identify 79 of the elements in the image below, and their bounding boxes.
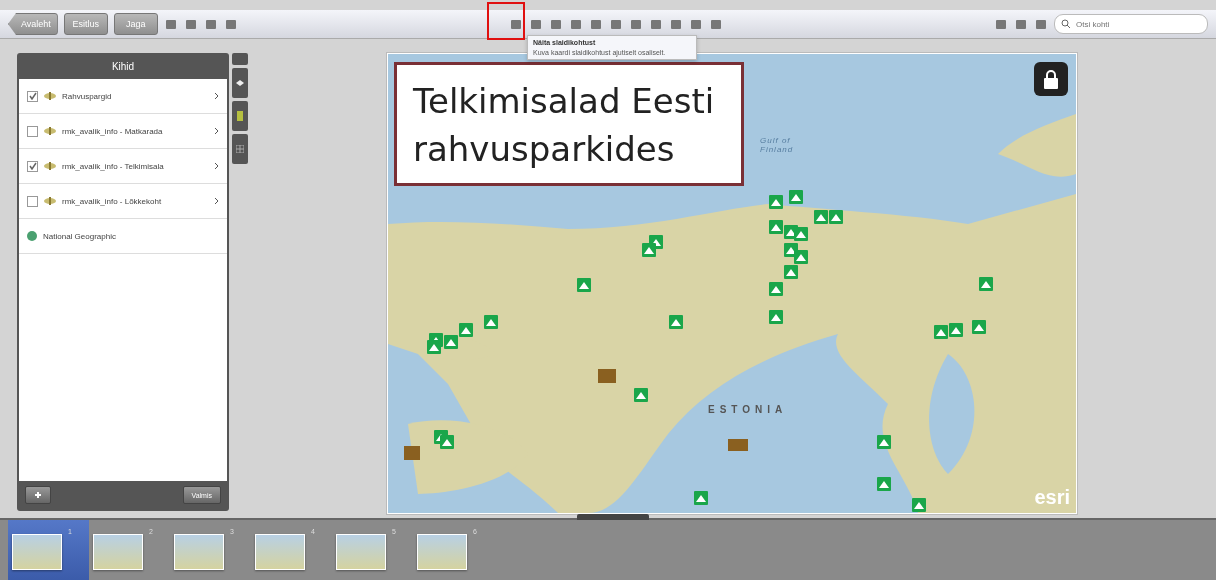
layer-item[interactable]: rmk_avalik_info - Telkimisala [19,149,227,184]
layer-item[interactable]: National Geographic [19,219,227,254]
campsite-marker-icon [444,335,458,349]
lock-button[interactable] [1034,62,1068,96]
layer-label: rmk_avalik_info - Lõkkekoht [62,196,163,206]
campsite-marker-icon [769,195,783,209]
thumbnail-image [174,533,224,570]
layer-symbol-icon[interactable] [44,127,56,135]
campsite-marker-icon [814,210,828,224]
campsite-marker-icon [669,315,683,329]
campsite-marker-icon [794,227,808,241]
basemap-label: National Geographic [43,231,117,241]
thumbnail-image [12,533,62,570]
park-area-icon [728,439,748,451]
campsite-marker-icon [877,435,891,449]
layer-item[interactable]: rmk_avalik_info - Matkarada [19,114,227,149]
search-icon[interactable] [1061,19,1071,29]
thumbnail-image [255,533,305,570]
checkbox[interactable] [27,160,38,172]
map-label: ESTONIA [708,404,788,415]
thumbnail-image [336,533,386,570]
slide-title: Telkimisalad Eesti rahvusparkides [394,62,744,186]
layer-label: rmk_avalik_info - Telkimisala [62,161,165,171]
chevron-icon[interactable] [214,127,219,135]
campsite-marker-icon [427,340,441,354]
layer-label: Rahvuspargid [62,91,113,101]
legend-tab[interactable] [232,101,248,131]
chevron-icon[interactable] [214,92,219,100]
plus-icon[interactable] [34,491,42,499]
campsite-marker-icon [769,282,783,296]
chevron-icon[interactable] [214,162,219,170]
layer-item[interactable]: Rahvuspargid [19,79,227,114]
campsite-marker-icon [642,243,656,257]
campsite-marker-icon [829,210,843,224]
campsite-marker-icon [794,250,808,264]
layer-symbol-icon[interactable] [44,197,56,205]
nav-button[interactable]: Avaleht [8,13,58,35]
layers-tab[interactable] [232,68,248,98]
campsite-marker-icon [440,435,454,449]
panel-title: Kihid [110,59,136,74]
globe-icon[interactable] [27,231,37,241]
checkbox[interactable] [27,125,38,137]
campsite-marker-icon [694,491,708,505]
nav-button[interactable]: Esitlus [63,13,108,35]
park-area-icon [404,446,420,460]
layer-label: rmk_avalik_info - Matkarada [62,126,164,136]
campsite-marker-icon [769,310,783,324]
panel-handle[interactable] [577,514,649,520]
campsite-marker-icon [459,323,473,337]
checkbox[interactable] [27,195,38,207]
layer-symbol-icon[interactable] [44,92,56,100]
campsite-marker-icon [769,220,783,234]
nav-button[interactable]: Jaga [113,13,158,35]
chevron-icon[interactable] [214,197,219,205]
checkbox[interactable] [27,90,38,102]
map-logo: esri [1034,486,1070,509]
layer-symbol-icon[interactable] [44,162,56,170]
campsite-marker-icon [949,323,963,337]
campsite-marker-icon [934,325,948,339]
layer-item[interactable]: rmk_avalik_info - Lõkkekoht [19,184,227,219]
park-area-icon [598,369,616,383]
campsite-marker-icon [979,277,993,291]
search-box[interactable]: Otsi kohti [1054,14,1208,34]
campsite-marker-icon [877,477,891,491]
campsite-marker-icon [577,278,591,292]
campsite-marker-icon [634,388,648,402]
add-button[interactable] [25,486,51,504]
grid-tab[interactable] [232,134,248,164]
lock-icon[interactable] [1042,69,1060,89]
campsite-marker-icon [912,498,926,512]
campsite-marker-icon [789,190,803,204]
campsite-marker-icon [784,265,798,279]
legend-icon[interactable] [236,111,244,121]
search-field[interactable]: Otsi kohti [1074,18,1198,30]
campsite-marker-icon [972,320,986,334]
campsite-marker-icon [484,315,498,329]
thumbnail-image [417,533,467,570]
map-label: Gulf of Finland [760,136,795,154]
thumbnail-image [93,533,143,570]
